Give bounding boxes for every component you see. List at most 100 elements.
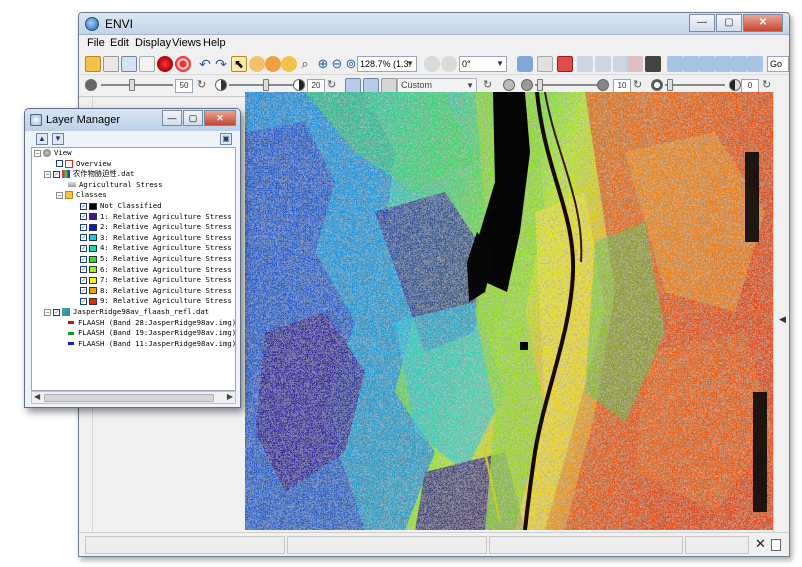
cursor-value-icon[interactable] <box>517 56 533 72</box>
crosshair-icon[interactable] <box>175 56 191 72</box>
open-file-icon[interactable] <box>85 56 101 72</box>
status-close-icon[interactable]: ✕ <box>755 536 766 552</box>
zoom-tool-icon[interactable]: ⌕ <box>297 56 313 72</box>
class-checkbox[interactable]: ✓ <box>80 287 87 295</box>
lm-maximize-button[interactable]: ▢ <box>183 110 203 126</box>
tree-class-row[interactable]: ✓ 2: Relative Agriculture Stress <box>80 222 232 233</box>
brightness-value[interactable]: 50 <box>175 79 193 93</box>
roi-icon[interactable] <box>577 56 593 72</box>
class-checkbox[interactable]: ✓ <box>80 213 87 221</box>
class-checkbox[interactable]: ✓ <box>80 202 87 210</box>
sharpen-track[interactable] <box>535 84 605 86</box>
portal-icon[interactable] <box>715 56 731 72</box>
stretch-type-select[interactable]: Custom ▼ <box>397 78 477 93</box>
layer-tree-hscrollbar[interactable]: ◀ ▶ <box>31 391 236 404</box>
pin-icon[interactable] <box>157 56 173 72</box>
tree-raster-row[interactable]: − ✓ JasperRidge98av_flaash_refl.dat <box>44 307 209 318</box>
tree-dataset-row[interactable]: − ✓ 农作物胁迫性.dat <box>44 169 134 180</box>
menu-display[interactable]: Display <box>135 37 171 49</box>
transparency-track[interactable] <box>665 84 725 86</box>
minimize-button[interactable]: — <box>689 14 715 32</box>
brightness-reset-icon[interactable]: ↻ <box>197 79 209 91</box>
class-checkbox[interactable]: ✓ <box>80 223 87 231</box>
tree-class-row[interactable]: ✓ 7: Relative Agriculture Stress <box>80 275 232 286</box>
sharpen-reset-icon[interactable]: ↻ <box>633 79 645 91</box>
layer-options-icon[interactable]: ▣ <box>220 133 232 145</box>
zoom-percent-field[interactable]: 128.7% (1.3: ▼ <box>357 56 417 72</box>
brightness-track[interactable] <box>101 84 173 86</box>
measure-icon[interactable] <box>627 56 643 72</box>
blend-icon[interactable] <box>699 56 715 72</box>
menu-views[interactable]: Views <box>172 37 201 49</box>
rotate-icon[interactable] <box>281 56 297 72</box>
menu-file[interactable]: File <box>87 37 105 49</box>
view-expander[interactable]: − <box>34 149 41 157</box>
contrast-slider[interactable] <box>263 79 269 91</box>
expand-all-icon[interactable]: ▼ <box>52 133 64 145</box>
lm-minimize-button[interactable]: — <box>162 110 182 126</box>
rotate-right-icon[interactable] <box>441 56 457 72</box>
link-icon[interactable] <box>747 56 763 72</box>
class-checkbox[interactable]: ✓ <box>80 266 87 274</box>
close-button[interactable]: ✕ <box>743 14 783 32</box>
tree-class-row[interactable]: ✓ 4: Relative Agriculture Stress <box>80 243 232 254</box>
rotation-field[interactable]: 0° ▼ <box>459 56 507 72</box>
brightness-slider[interactable] <box>129 79 135 91</box>
stretch-reset-icon[interactable]: ↻ <box>483 79 495 91</box>
status-resize-icon[interactable] <box>771 539 781 551</box>
dataset-checkbox[interactable]: ✓ <box>53 170 60 178</box>
collapse-arrow-icon[interactable]: ◀ <box>779 314 786 325</box>
contrast-reset-icon[interactable]: ↻ <box>327 79 339 91</box>
fly-icon[interactable] <box>265 56 281 72</box>
polygon-icon[interactable] <box>595 56 611 72</box>
tree-classes-row[interactable]: − Classes <box>56 190 107 201</box>
select-icon[interactable]: ⬉ <box>231 56 247 72</box>
transparency-reset-icon[interactable]: ↻ <box>762 79 774 91</box>
collapse-all-icon[interactable]: ▲ <box>36 133 48 145</box>
tree-class-row[interactable]: ✓ 6: Relative Agriculture Stress <box>80 265 232 276</box>
dataset-expander[interactable]: − <box>44 170 51 178</box>
layer-manager-icon[interactable] <box>139 56 155 72</box>
class-checkbox[interactable]: ✓ <box>80 276 87 284</box>
image-view[interactable] <box>245 92 773 530</box>
vector-icon[interactable] <box>537 56 553 72</box>
menu-help[interactable]: Help <box>203 37 226 49</box>
contrast-value[interactable]: 20 <box>307 79 325 93</box>
class-checkbox[interactable]: ✓ <box>80 234 87 242</box>
overview-checkbox[interactable]: ✓ <box>56 160 63 168</box>
go-to-field[interactable]: Go <box>767 56 789 72</box>
tree-class-row[interactable]: ✓ 8: Relative Agriculture Stress <box>80 286 232 297</box>
class-checkbox[interactable]: ✓ <box>80 244 87 252</box>
maximize-button[interactable]: ▢ <box>716 14 742 32</box>
sharpen-slider[interactable] <box>537 79 543 91</box>
tree-class-row[interactable]: ✓ 1: Relative Agriculture Stress <box>80 212 232 223</box>
raster-expander[interactable]: − <box>44 308 51 316</box>
chip-icon[interactable] <box>731 56 747 72</box>
tree-class-row[interactable]: ✓ 3: Relative Agriculture Stress <box>80 233 232 244</box>
tree-overview-row[interactable]: ✓ Overview <box>56 159 111 170</box>
redo-icon[interactable]: ↷ <box>213 56 229 72</box>
pan-icon[interactable] <box>249 56 265 72</box>
class-checkbox[interactable]: ✓ <box>80 255 87 263</box>
raster-checkbox[interactable]: ✓ <box>53 308 60 316</box>
transparency-slider[interactable] <box>667 79 673 91</box>
annotation-icon[interactable] <box>557 56 573 72</box>
tree-class-row[interactable]: ✓ Not Classified <box>80 201 162 212</box>
flicker-icon[interactable] <box>683 56 699 72</box>
rotate-left-icon[interactable] <box>424 56 440 72</box>
scroll-right-icon[interactable]: ▶ <box>227 392 233 401</box>
lm-close-button[interactable]: ✕ <box>204 110 236 126</box>
keyboard-icon[interactable] <box>645 56 661 72</box>
tree-view-row[interactable]: − View <box>34 148 72 159</box>
transparency-value[interactable]: 0 <box>741 79 759 93</box>
scroll-left-icon[interactable]: ◀ <box>34 392 40 401</box>
menu-edit[interactable]: Edit <box>110 37 129 49</box>
classes-expander[interactable]: − <box>56 191 63 199</box>
sharpen-value[interactable]: 10 <box>613 79 631 93</box>
data-manager-icon[interactable] <box>121 56 137 72</box>
undo-icon[interactable]: ↶ <box>197 56 213 72</box>
scroll-thumb[interactable] <box>44 394 214 402</box>
tree-class-row[interactable]: ✓ 5: Relative Agriculture Stress <box>80 254 232 265</box>
class-checkbox[interactable]: ✓ <box>80 297 87 305</box>
swipe-icon[interactable] <box>667 56 683 72</box>
